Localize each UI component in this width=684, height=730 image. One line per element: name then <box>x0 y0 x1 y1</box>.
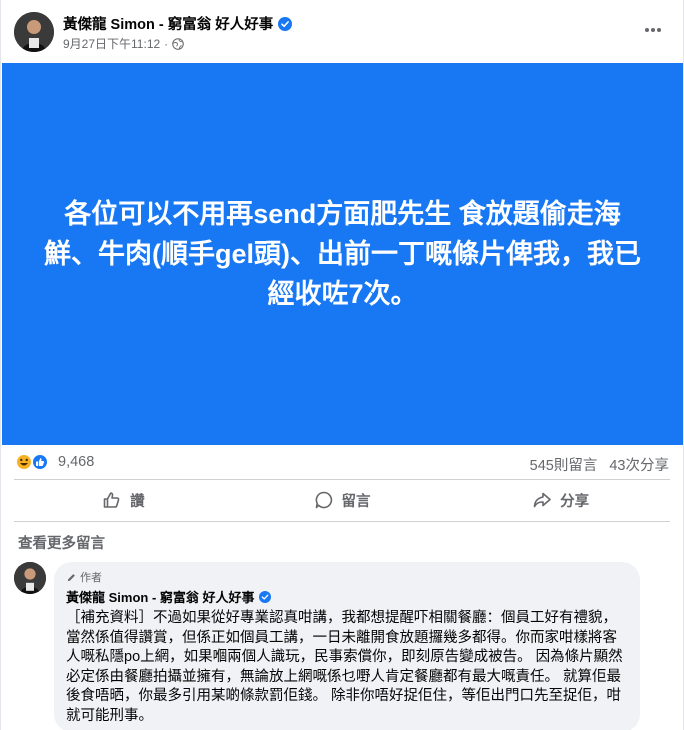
author-name-text[interactable]: 黃傑龍 Simon - 窮富翁 好人好事 <box>63 13 273 34</box>
author-badge-label: 作者 <box>80 572 102 584</box>
reaction-count[interactable]: 9,468 <box>58 454 94 470</box>
banner-text: 各位可以不用再send方面肥先生 食放題偷走海鮮、牛肉(順手gel頭)、出前一丁… <box>44 199 641 309</box>
comment-author[interactable]: 黃傑龍 Simon - 窮富翁 好人好事 <box>66 587 628 606</box>
facebook-post: 黃傑龍 Simon - 窮富翁 好人好事 9月27日下午11:12 · 各位可以… <box>0 0 684 730</box>
like-reaction-icon <box>31 453 49 471</box>
haha-reaction-icon <box>15 453 33 471</box>
engagement-counts: 545則留言 43次分享 <box>530 454 669 475</box>
author-name[interactable]: 黃傑龍 Simon - 窮富翁 好人好事 <box>63 13 293 34</box>
divider <box>14 521 670 522</box>
verified-badge-icon <box>258 590 271 603</box>
like-icon <box>103 492 120 508</box>
comment-bubble: 作者 黃傑龍 Simon - 窮富翁 好人好事 ［補充資料］不過如果從好專業認真… <box>54 562 640 730</box>
comment-label: 留言 <box>341 493 371 510</box>
share-label: 分享 <box>560 493 590 510</box>
reactions-summary: 9,468 545則留言 43次分享 <box>1 446 684 478</box>
author-avatar[interactable] <box>14 12 54 52</box>
like-label: 讚 <box>130 493 145 510</box>
comment-author-name[interactable]: 黃傑龍 Simon - 窮富翁 好人好事 <box>66 587 255 606</box>
like-button[interactable]: 讚 <box>14 483 233 517</box>
comment-text: ［補充資料］不過如果從好專業認真咁講，我都想提醒吓相關餐廳：個員工好有禮貌，當然… <box>66 610 623 724</box>
globe-icon <box>172 37 184 50</box>
more-options-icon[interactable] <box>641 18 665 42</box>
share-button[interactable]: 分享 <box>451 483 670 517</box>
comment-button[interactable]: 留言 <box>233 483 452 517</box>
post-header: 黃傑龍 Simon - 窮富翁 好人好事 9月27日下午11:12 · <box>1 0 684 62</box>
post-meta: 9月27日下午11:12 · <box>63 35 184 52</box>
comment-count[interactable]: 545則留言 <box>530 454 598 475</box>
action-bar: 讚 留言 分享 <box>14 483 670 517</box>
reaction-icons[interactable] <box>15 453 53 471</box>
view-more-comments-link[interactable]: 查看更多留言 <box>18 532 105 553</box>
meta-separator: · <box>164 36 169 51</box>
comment-icon <box>315 491 332 509</box>
commenter-avatar[interactable] <box>14 562 46 594</box>
share-count[interactable]: 43次分享 <box>609 454 669 475</box>
post-timestamp[interactable]: 9月27日下午11:12 <box>63 35 160 52</box>
verified-badge-icon <box>278 16 293 31</box>
text-post-banner: 各位可以不用再send方面肥先生 食放題偷走海鮮、牛肉(順手gel頭)、出前一丁… <box>2 63 683 445</box>
divider <box>14 479 670 480</box>
author-badge: 作者 <box>66 570 628 584</box>
share-icon <box>533 492 551 508</box>
pencil-icon <box>67 573 75 581</box>
